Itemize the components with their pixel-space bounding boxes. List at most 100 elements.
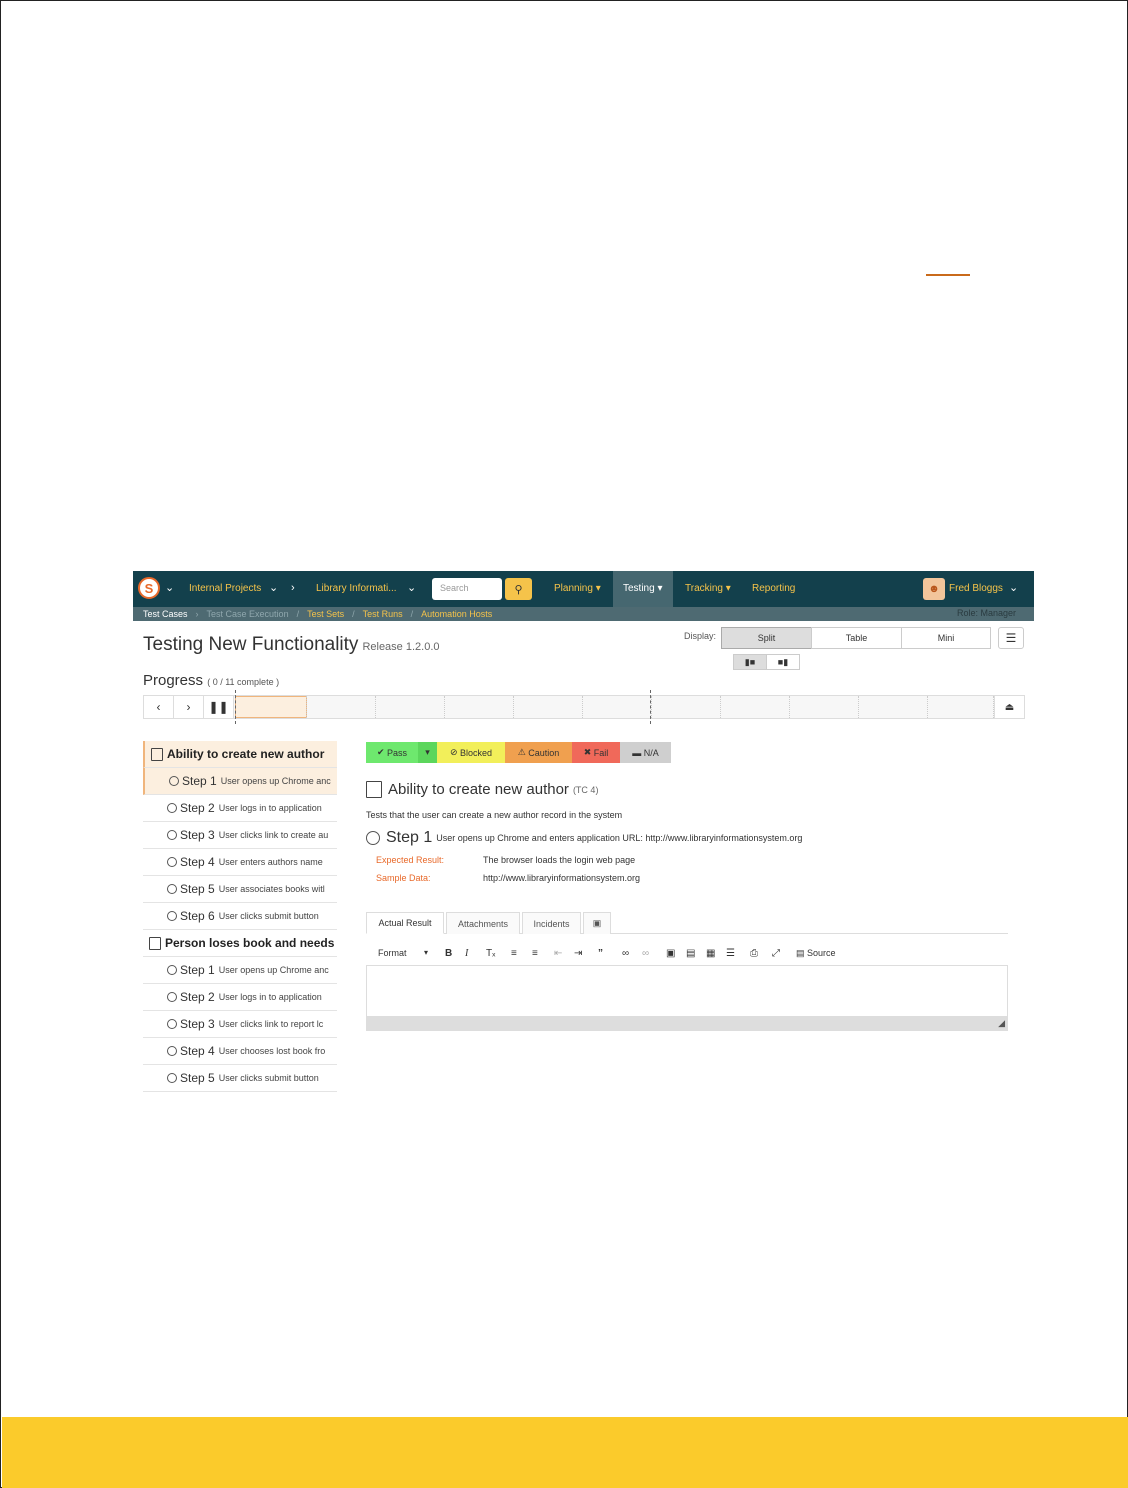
step-label: Step 2 [180,801,215,815]
subnav-test-case-execution[interactable]: Test Case Execution [207,609,289,619]
step-radio[interactable] [167,884,177,894]
avatar[interactable]: ☻ [923,578,945,600]
test-step-item[interactable]: Step 5 User associates books witl [143,876,337,903]
chevron-down-icon[interactable]: ⌄ [165,581,174,594]
step-radio[interactable] [167,911,177,921]
step-radio[interactable] [167,830,177,840]
product-dropdown[interactable]: Library Informati... [316,583,397,594]
step-radio[interactable] [169,776,179,786]
display-split-button[interactable]: Split [721,627,812,649]
tab-screenshot[interactable]: ▣ [583,912,611,934]
actual-result-editor[interactable]: ◢ [366,965,1008,1031]
display-mini-button[interactable]: Mini [901,627,991,649]
test-step-item[interactable]: Step 3 User clicks link to report lc [143,1011,337,1038]
blockquote-icon[interactable]: ” [598,948,603,959]
tab-tracking[interactable]: Tracking ▾ [675,571,741,607]
progress-segment[interactable] [235,696,307,718]
next-button[interactable]: › [174,696,204,718]
step-radio[interactable] [167,1046,177,1056]
step-radio[interactable] [167,857,177,867]
caution-button[interactable]: ⚠ Caution [505,742,572,763]
embed-icon[interactable]: ▤ [686,948,695,959]
display-table-button[interactable]: Table [811,627,902,649]
test-case-heading: Ability to create new author (TC 4) [366,781,598,798]
source-button[interactable]: ▤ Source [796,948,836,959]
separator: / [410,609,414,619]
eject-button[interactable]: ⏏ [994,696,1024,718]
subnav-test-cases[interactable]: Test Cases [143,609,188,619]
previous-button[interactable]: ‹ [144,696,174,718]
paste-icon[interactable]: ⎙ [750,948,758,959]
step-radio[interactable] [167,965,177,975]
subnav-test-runs[interactable]: Test Runs [363,609,403,619]
blocked-button[interactable]: ⊘ Blocked [437,742,505,763]
unlink-icon[interactable]: ∞ [642,948,649,959]
tab-actual-result[interactable]: Actual Result [366,912,444,934]
tab-planning[interactable]: Planning ▾ [544,571,611,607]
progress-segment[interactable] [376,696,445,718]
tab-incidents[interactable]: Incidents [522,912,581,934]
layout-right-button[interactable]: ■▮ [766,654,800,670]
hamburger-menu-icon[interactable]: ☰ [998,627,1024,649]
horizontal-line-icon[interactable]: ☰ [726,948,735,959]
table-icon[interactable]: ▦ [706,948,715,959]
outdent-icon[interactable]: ⇤ [554,948,562,959]
test-case-item[interactable]: Ability to create new author [143,741,337,768]
italic-icon[interactable]: I [465,948,468,959]
bullet-list-icon[interactable]: ≡ [532,948,538,959]
tab-testing[interactable]: Testing ▾ [613,571,673,607]
step-radio[interactable] [366,831,380,845]
indent-icon[interactable]: ⇥ [574,948,582,959]
progress-segment[interactable] [652,696,721,718]
chevron-down-icon[interactable]: ▾ [424,948,428,957]
image-icon[interactable]: ▣ [666,948,675,959]
chevron-down-icon[interactable]: ⌄ [407,581,416,594]
projects-dropdown[interactable]: Internal Projects [189,583,261,594]
progress-segment[interactable] [721,696,790,718]
chevron-down-icon[interactable]: ⌄ [269,581,278,594]
pause-button[interactable]: ❚❚ [204,696,234,718]
test-step-item[interactable]: Step 4 User chooses lost book fro [143,1038,337,1065]
bold-icon[interactable]: B [445,948,452,959]
format-dropdown[interactable]: Format [378,948,407,958]
test-step-item[interactable]: Step 2 User logs in to application [143,795,337,822]
pass-button[interactable]: ✔ Pass [366,742,418,763]
numbered-list-icon[interactable]: ≡ [511,948,517,959]
progress-segment[interactable] [790,696,859,718]
app-logo-icon[interactable]: S [138,577,160,599]
search-input[interactable]: Search [432,578,502,600]
test-step-item[interactable]: Step 1 User opens up Chrome anc [143,768,337,795]
progress-segment[interactable] [583,696,652,718]
test-step-item[interactable]: Step 6 User clicks submit button [143,903,337,930]
user-name[interactable]: Fred Bloggs [949,583,1003,594]
progress-segment[interactable] [445,696,514,718]
resize-handle-icon[interactable]: ◢ [998,1018,1005,1029]
test-step-item[interactable]: Step 4 User enters authors name [143,849,337,876]
progress-segment[interactable] [514,696,583,718]
test-step-item[interactable]: Step 3 User clicks link to create au [143,822,337,849]
layout-left-button[interactable]: ▮■ [733,654,767,670]
subnav-test-sets[interactable]: Test Sets [307,609,344,619]
step-radio[interactable] [167,803,177,813]
step-radio[interactable] [167,1019,177,1029]
test-step-item[interactable]: Step 1 User opens up Chrome anc [143,957,337,984]
search-button[interactable]: ⚲ [505,578,532,600]
test-step-item[interactable]: Step 2 User logs in to application [143,984,337,1011]
tab-reporting[interactable]: Reporting [742,571,805,607]
pass-dropdown-button[interactable]: ▾ [418,742,437,763]
chevron-down-icon[interactable]: ⌄ [1009,581,1018,594]
tab-attachments[interactable]: Attachments [446,912,520,934]
progress-segment[interactable] [928,696,994,718]
step-radio[interactable] [167,992,177,1002]
fail-button[interactable]: ✖ Fail [572,742,620,763]
progress-segment[interactable] [859,696,928,718]
remove-format-icon[interactable]: Tₓ [486,948,495,959]
na-button[interactable]: ▬ N/A [620,742,671,763]
subnav-automation-hosts[interactable]: Automation Hosts [421,609,492,619]
step-radio[interactable] [167,1073,177,1083]
test-case-item[interactable]: Person loses book and needs t [143,930,337,957]
maximize-icon[interactable]: ⤢ [772,948,780,959]
test-step-item[interactable]: Step 5 User clicks submit button [143,1065,337,1092]
link-icon[interactable]: ∞ [622,948,629,959]
progress-segment[interactable] [307,696,376,718]
